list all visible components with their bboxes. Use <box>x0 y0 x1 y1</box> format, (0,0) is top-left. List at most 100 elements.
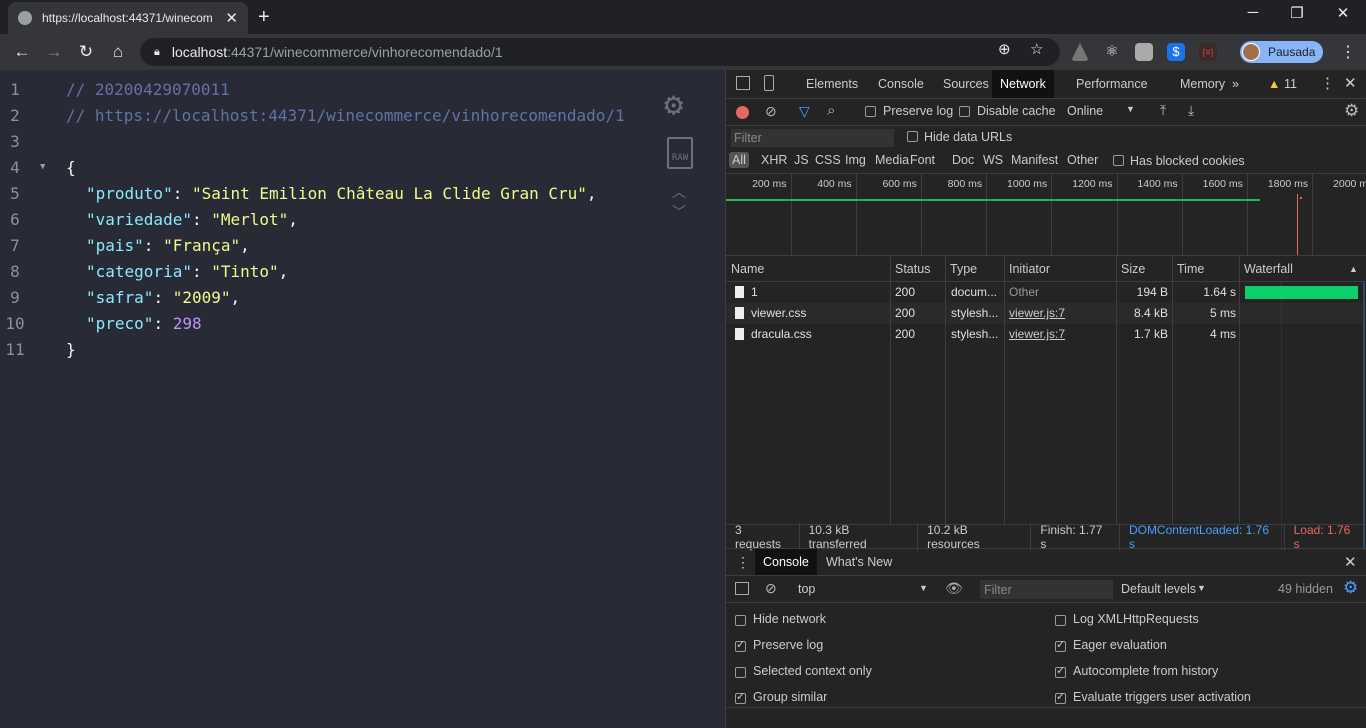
react-extension-icon[interactable]: ⚛ <box>1103 43 1121 61</box>
more-tabs-icon[interactable]: » <box>1232 70 1239 98</box>
tab-sources[interactable]: Sources <box>943 70 989 98</box>
tab-memory[interactable]: Memory <box>1180 70 1225 98</box>
request-name[interactable]: viewer.css <box>735 303 885 324</box>
home-button[interactable]: ⌂ <box>106 42 130 62</box>
drawer-menu-icon[interactable]: ⋮ <box>736 554 750 571</box>
context-dropdown-icon[interactable]: ▼ <box>919 583 928 593</box>
reload-button[interactable]: ↻ <box>74 42 98 62</box>
bookmark-star-icon[interactable]: ☆ <box>1030 40 1043 58</box>
log-levels-select[interactable]: Default levels <box>1121 582 1196 596</box>
tab-elements[interactable]: Elements <box>806 70 858 98</box>
json-extension-icon[interactable]: {≡} <box>1199 43 1217 61</box>
filter-type-xhr[interactable]: XHR <box>761 153 787 167</box>
throttle-select[interactable]: Online <box>1067 104 1103 118</box>
context-select[interactable]: top <box>798 582 815 596</box>
zoom-icon[interactable]: ⊕ <box>998 40 1011 58</box>
request-name[interactable]: dracula.css <box>735 324 885 345</box>
close-devtools-icon[interactable]: ✕ <box>1344 70 1357 98</box>
address-bar[interactable]: 🔒︎ localhost:44371/winecommerce/vinhorec… <box>140 38 1060 66</box>
setting-checkbox[interactable] <box>735 638 746 652</box>
request-name[interactable]: 1 <box>735 282 885 303</box>
setting-checkbox[interactable] <box>735 615 746 626</box>
sidebar-toggle-icon[interactable] <box>735 582 749 595</box>
dollar-extension-icon[interactable]: $ <box>1167 43 1185 61</box>
browser-menu-icon[interactable]: ⋮ <box>1340 42 1356 62</box>
drawer-tab-console[interactable]: Console <box>755 549 817 575</box>
levels-dropdown-icon[interactable]: ▼ <box>1197 583 1206 593</box>
filter-type-manifest[interactable]: Manifest <box>1011 153 1058 167</box>
search-icon[interactable]: ⌕ <box>827 102 835 119</box>
extension-icon[interactable] <box>1135 43 1153 61</box>
sort-asc-icon[interactable]: ▲ <box>1344 256 1358 282</box>
setting-checkbox[interactable] <box>735 667 746 678</box>
setting-checkbox[interactable] <box>1055 615 1066 626</box>
eye-icon[interactable]: 👁︎ <box>945 580 963 597</box>
clear-console-icon[interactable]: ⊘ <box>765 580 777 597</box>
console-filter-placeholder: Filter <box>984 583 1012 597</box>
device-toolbar-icon[interactable] <box>764 75 774 91</box>
filter-type-other[interactable]: Other <box>1067 153 1098 167</box>
filter-type-ws[interactable]: WS <box>983 153 1003 167</box>
col-header-status[interactable]: Status <box>890 256 930 282</box>
browser-tab[interactable]: https://localhost:44371/winecom ✕ <box>8 2 248 34</box>
throttle-dropdown-icon[interactable]: ▼ <box>1126 104 1135 114</box>
col-header-time[interactable]: Time <box>1172 256 1204 282</box>
close-window-button[interactable]: ✕ <box>1328 4 1358 22</box>
filter-type-img[interactable]: Img <box>845 153 866 167</box>
request-initiator[interactable]: viewer.js:7 <box>1009 324 1065 345</box>
warning-count[interactable]: 11 <box>1284 70 1297 98</box>
warning-icon[interactable]: ▲ <box>1268 70 1280 98</box>
clear-icon[interactable]: ⊘ <box>765 103 777 120</box>
filter-type-js[interactable]: JS <box>794 153 809 167</box>
setting-checkbox[interactable] <box>735 690 746 704</box>
tab-console[interactable]: Console <box>878 70 924 98</box>
console-filter-input[interactable]: Filter <box>980 580 1113 599</box>
forward-button[interactable]: → <box>42 42 66 62</box>
setting-checkbox[interactable] <box>1055 690 1066 704</box>
col-header-initiator[interactable]: Initiator <box>1004 256 1050 282</box>
filter-type-all[interactable]: All <box>729 152 749 168</box>
inspect-icon[interactable] <box>736 76 750 90</box>
tab-performance[interactable]: Performance <box>1076 70 1148 98</box>
restore-button[interactable]: ❐ <box>1282 4 1312 22</box>
chevron-down-icon[interactable]: ﹀ <box>672 202 686 222</box>
console-settings-icon[interactable]: ⚙ <box>1343 578 1358 598</box>
overview-timeline[interactable]: 200 ms 400 ms 600 ms 800 ms 1000 ms 1200 ms 14… <box>726 174 1366 256</box>
drawer-tab-whats-new[interactable]: What's New <box>826 549 892 575</box>
col-header-name[interactable]: Name <box>726 256 764 282</box>
disable-cache-checkbox[interactable] <box>959 106 970 117</box>
preserve-log-checkbox[interactable] <box>865 106 876 117</box>
setting-checkbox[interactable] <box>1055 664 1066 678</box>
filter-type-doc[interactable]: Doc <box>952 153 974 167</box>
new-tab-button[interactable]: + <box>258 6 270 29</box>
import-har-icon[interactable]: ⤒ <box>1160 102 1166 119</box>
record-icon[interactable] <box>736 106 749 119</box>
lock-icon[interactable]: 🔒︎ <box>154 46 160 59</box>
fold-toggle-icon[interactable]: ▼ <box>40 162 45 172</box>
devtools-menu-icon[interactable]: ⋮ <box>1320 70 1335 98</box>
col-header-type[interactable]: Type <box>945 256 977 282</box>
network-settings-icon[interactable]: ⚙ <box>1344 101 1359 121</box>
blocked-cookies-checkbox[interactable] <box>1113 155 1124 166</box>
filter-type-font[interactable]: Font <box>910 153 935 167</box>
filter-input[interactable]: Filter <box>731 129 894 147</box>
tab-network[interactable]: Network <box>992 70 1054 98</box>
col-header-size[interactable]: Size <box>1116 256 1145 282</box>
filter-type-media[interactable]: Media <box>875 153 909 167</box>
col-header-waterfall[interactable]: Waterfall <box>1239 256 1293 282</box>
raw-button[interactable]: RAW <box>667 137 693 169</box>
filter-type-css[interactable]: CSS <box>815 153 841 167</box>
close-drawer-icon[interactable]: ✕ <box>1344 553 1357 571</box>
close-tab-icon[interactable]: ✕ <box>225 9 238 27</box>
drive-extension-icon[interactable] <box>1071 43 1089 61</box>
chevron-up-icon[interactable]: ︿ <box>672 182 686 202</box>
request-initiator[interactable]: viewer.js:7 <box>1009 303 1065 324</box>
profile-button[interactable]: Pausada <box>1240 41 1324 63</box>
filter-icon[interactable]: ▽ <box>799 103 810 120</box>
gear-icon[interactable]: ⚙ <box>664 88 696 120</box>
minimize-button[interactable]: ─ <box>1238 4 1268 21</box>
back-button[interactable]: ← <box>10 42 34 62</box>
setting-checkbox[interactable] <box>1055 638 1066 652</box>
hide-data-urls-checkbox[interactable] <box>907 131 918 142</box>
export-har-icon[interactable]: ⤓ <box>1188 102 1194 119</box>
